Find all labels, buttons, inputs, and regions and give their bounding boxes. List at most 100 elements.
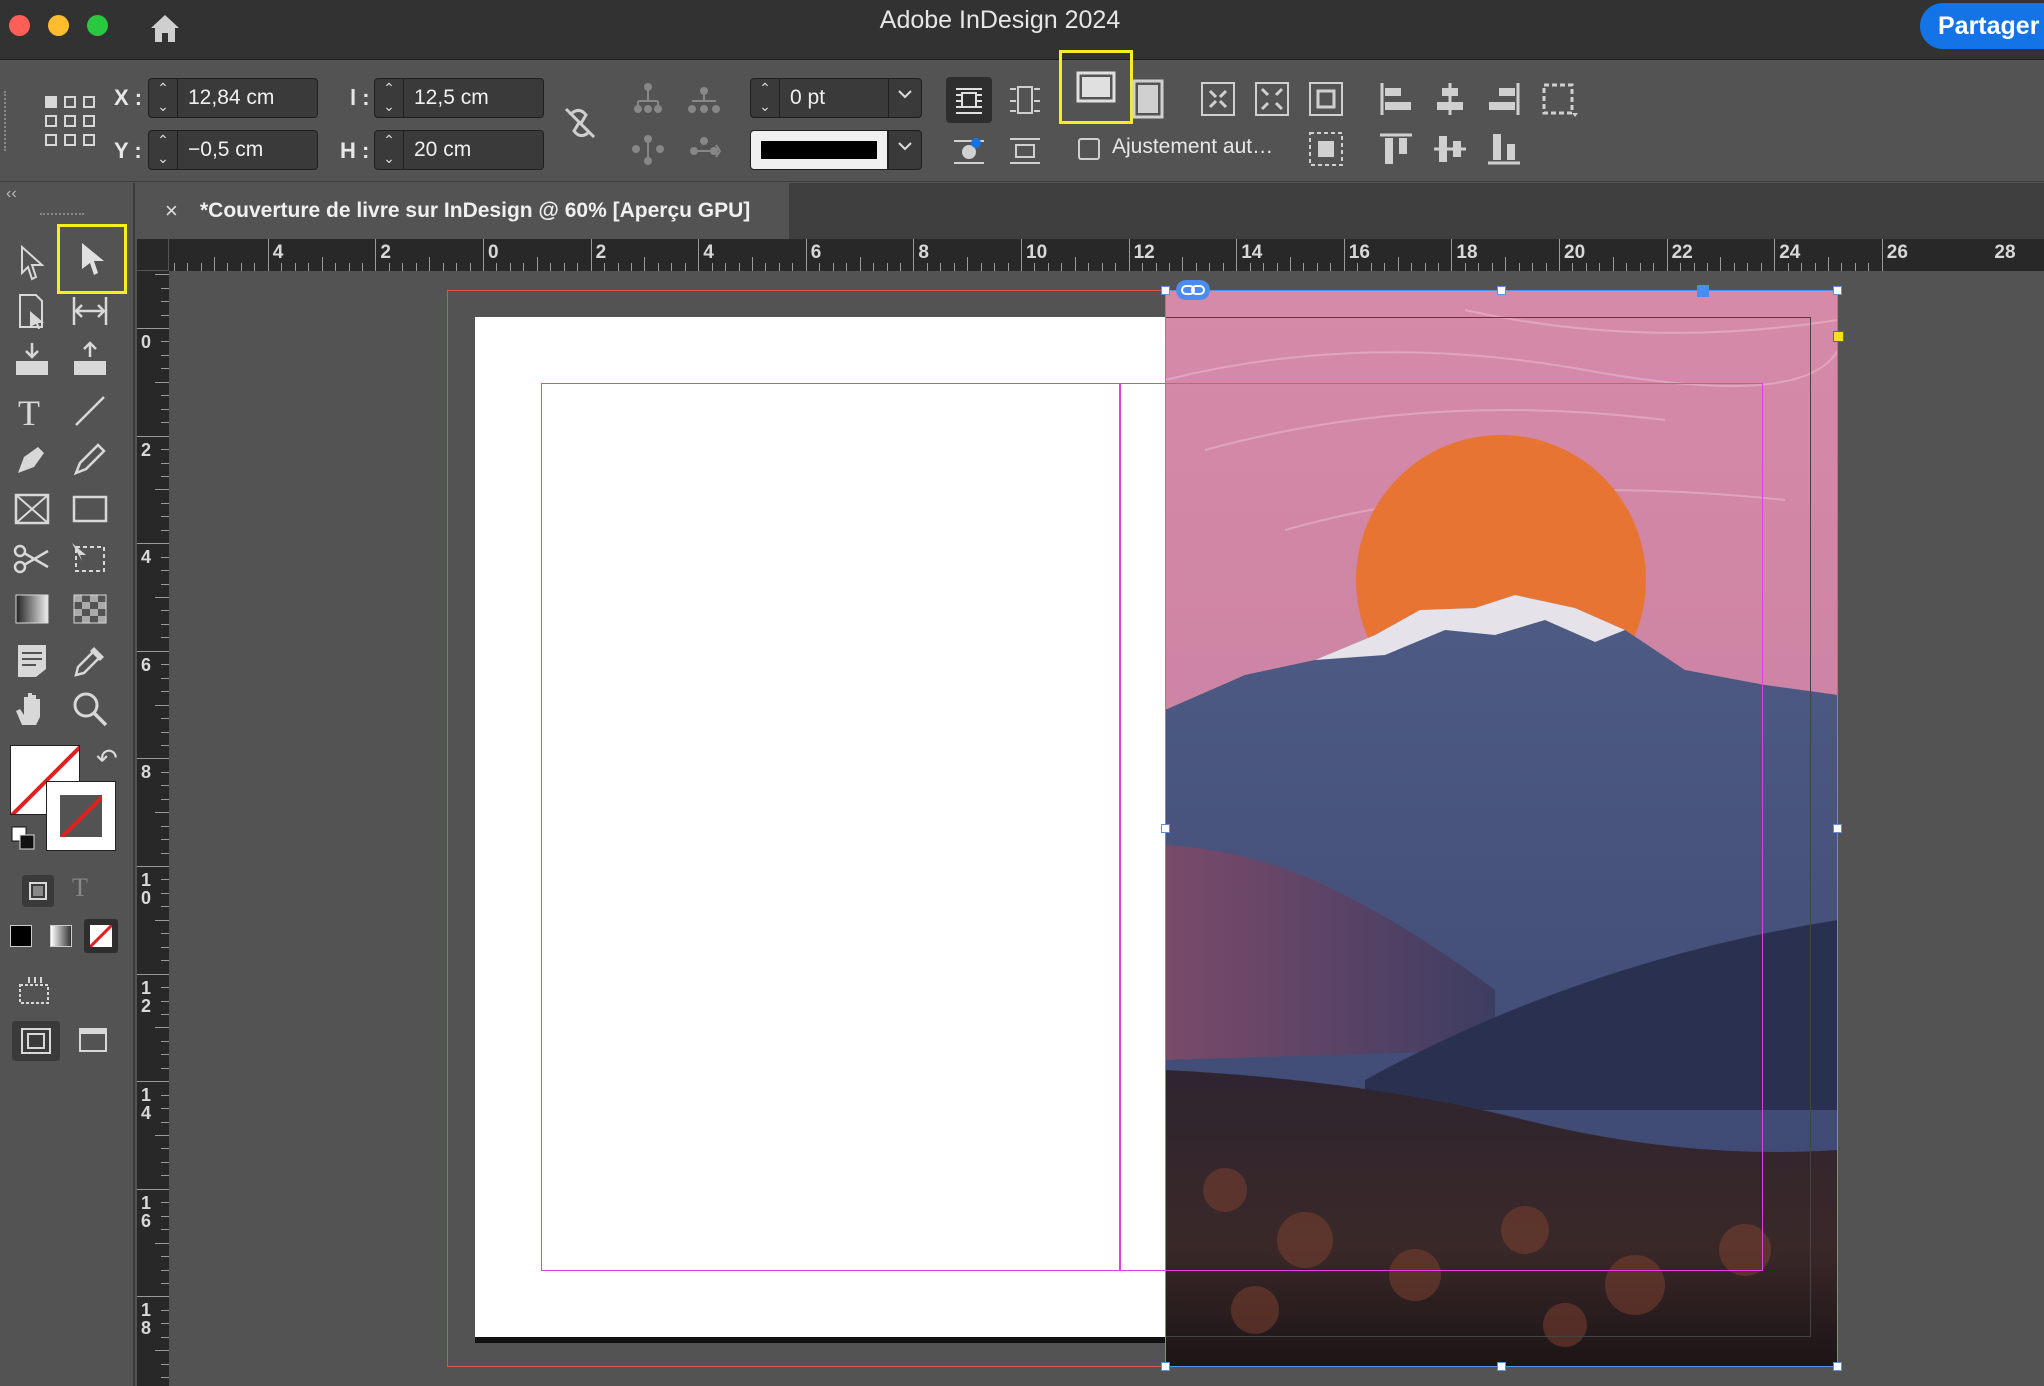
handle-top-left[interactable]	[1161, 286, 1170, 295]
align-bottom-edges-icon[interactable]	[1482, 127, 1526, 171]
content-handle[interactable]	[1697, 285, 1709, 297]
handle-bottom-center[interactable]	[1497, 1362, 1506, 1371]
handle-top-right[interactable]	[1833, 286, 1842, 295]
apply-color-icon[interactable]	[10, 925, 32, 947]
x-field[interactable]: 12,84 cm	[178, 78, 318, 118]
handle-bottom-left[interactable]	[1161, 1362, 1170, 1371]
ruler-tick	[1599, 263, 1601, 271]
document-canvas[interactable]	[169, 271, 2044, 1386]
align-to-selection-icon[interactable]	[1538, 77, 1582, 121]
share-button[interactable]: Partager	[1920, 3, 2044, 49]
stroke-type-dropdown[interactable]	[888, 130, 922, 170]
hand-tool-icon[interactable]	[10, 687, 54, 731]
preview-mode-icon[interactable]	[16, 973, 52, 1009]
ruler-tick	[1209, 263, 1211, 271]
content-collector-icon[interactable]	[10, 337, 54, 381]
ruler-tick	[161, 1309, 169, 1311]
fit-content-to-frame-icon[interactable]	[1126, 77, 1170, 121]
ruler-tick	[550, 263, 552, 271]
screen-mode-presentation-icon[interactable]	[76, 1023, 116, 1059]
direct-selection-tool-icon[interactable]	[57, 224, 127, 294]
pencil-tool-icon[interactable]	[68, 437, 112, 481]
stroke-weight-field[interactable]: 0 pt	[780, 78, 890, 118]
eyedropper-tool-icon[interactable]	[68, 639, 112, 683]
swap-fill-stroke-icon[interactable]: ↶	[96, 743, 118, 774]
document-tab[interactable]: *Couverture de livre sur InDesign @ 60% …	[137, 183, 789, 239]
align-left-edges-icon[interactable]	[1374, 77, 1418, 121]
ruler-origin[interactable]	[137, 239, 169, 271]
y-stepper[interactable]: ⌃ ⌄	[148, 130, 178, 170]
note-tool-icon[interactable]	[10, 639, 54, 683]
gap-tool-icon[interactable]	[68, 289, 112, 333]
y-field[interactable]: −0,5 cm	[178, 130, 318, 170]
ruler-tick	[1626, 263, 1628, 271]
fill-frame-proportionally-icon[interactable]	[1196, 77, 1240, 121]
gradient-swatch-tool-icon[interactable]	[10, 587, 54, 631]
selection-tool-icon[interactable]	[10, 241, 54, 285]
width-stepper[interactable]: ⌃ ⌄	[374, 78, 404, 118]
fit-content-proportionally-icon[interactable]	[1250, 77, 1294, 121]
constrain-proportions-icon[interactable]	[558, 101, 602, 145]
zoom-tool-icon[interactable]	[68, 687, 112, 731]
link-icon[interactable]	[1176, 280, 1210, 300]
reference-point-icon[interactable]	[44, 95, 96, 147]
ruler-tick	[161, 1215, 169, 1217]
align-top-edges-icon[interactable]	[1374, 127, 1418, 171]
horizontal-ruler[interactable]: 4 2 0 2 4 6 8 10 12 14 16 18 20 22 24 26 28	[137, 239, 2044, 271]
ruler-tick	[155, 381, 169, 383]
free-transform-tool-icon[interactable]	[68, 537, 112, 581]
no-text-wrap-icon[interactable]	[946, 77, 992, 123]
wrap-bounding-box-icon[interactable]	[1002, 77, 1048, 123]
stroke-weight-dropdown[interactable]	[888, 78, 922, 118]
ruler-tick	[1841, 263, 1843, 271]
selection-frame[interactable]	[1165, 290, 1838, 1367]
line-tool-icon[interactable]	[68, 389, 112, 433]
ruler-tick	[577, 263, 579, 271]
align-horizontal-centers-icon[interactable]	[1428, 77, 1472, 121]
gradient-feather-tool-icon[interactable]	[68, 587, 112, 631]
formatting-text-icon[interactable]: T	[72, 873, 104, 905]
rectangle-frame-tool-icon[interactable]	[10, 487, 54, 531]
vertical-ruler[interactable]: 024681012141618	[137, 271, 169, 1386]
center-content-icon[interactable]	[1304, 77, 1348, 121]
live-corner-handle[interactable]	[1833, 331, 1844, 342]
apply-gradient-icon[interactable]	[50, 925, 72, 947]
collapse-panel-icon[interactable]: ‹‹	[6, 185, 17, 203]
jump-object-icon[interactable]	[1002, 127, 1048, 173]
ruler-tick	[1693, 263, 1695, 271]
default-fill-stroke-icon[interactable]	[10, 825, 36, 851]
x-stepper[interactable]: ⌃ ⌄	[148, 78, 178, 118]
height-field[interactable]: 20 cm	[404, 130, 544, 170]
document-tab-title: *Couverture de livre sur InDesign @ 60% …	[200, 199, 751, 222]
formatting-container-icon[interactable]	[22, 875, 54, 907]
wrap-object-shape-icon[interactable]	[946, 127, 992, 173]
tools-grip[interactable]	[40, 213, 84, 219]
auto-fit-checkbox[interactable]	[1078, 138, 1100, 160]
page-tool-icon[interactable]	[10, 289, 54, 333]
ruler-label: 8	[918, 242, 929, 263]
rectangle-tool-icon[interactable]	[68, 487, 112, 531]
align-right-edges-icon[interactable]	[1482, 77, 1526, 121]
ruler-label: 2	[380, 242, 391, 263]
width-field[interactable]: 12,5 cm	[404, 78, 544, 118]
apply-none-icon[interactable]	[84, 919, 118, 953]
align-vertical-centers-icon[interactable]	[1428, 127, 1472, 171]
scissors-tool-icon[interactable]	[10, 537, 54, 581]
stroke-type-swatch[interactable]	[750, 130, 888, 170]
fit-frame-to-content-icon[interactable]	[1059, 50, 1133, 124]
handle-top-center[interactable]	[1497, 286, 1506, 295]
stroke-swatch[interactable]	[46, 781, 116, 851]
content-placer-icon[interactable]	[68, 337, 112, 381]
tab-close-icon[interactable]: ×	[165, 183, 178, 239]
height-stepper[interactable]: ⌃ ⌄	[374, 130, 404, 170]
handle-bottom-right[interactable]	[1833, 1362, 1842, 1371]
ruler-tick	[899, 263, 901, 271]
handle-middle-left[interactable]	[1161, 824, 1170, 833]
panel-grip[interactable]	[4, 91, 10, 151]
pen-tool-icon[interactable]	[10, 437, 54, 481]
type-tool-icon[interactable]: T	[10, 389, 54, 433]
handle-middle-right[interactable]	[1833, 824, 1842, 833]
stroke-weight-stepper[interactable]: ⌃ ⌄	[750, 78, 780, 118]
screen-mode-normal-icon[interactable]	[12, 1021, 60, 1061]
content-aware-fit-icon[interactable]	[1304, 127, 1348, 171]
